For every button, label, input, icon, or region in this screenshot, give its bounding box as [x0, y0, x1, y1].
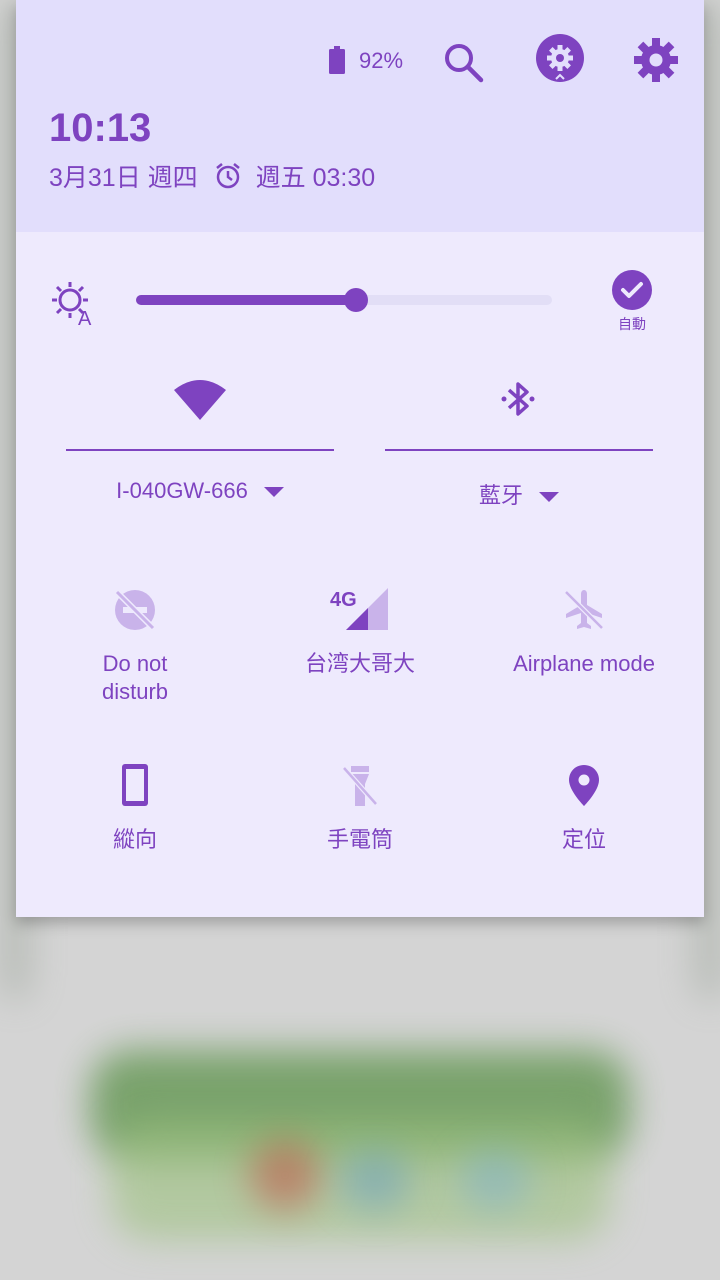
date-text[interactable]: 3月31日 週四	[49, 158, 198, 194]
clock-time[interactable]: 10:13	[49, 106, 151, 151]
svg-text:A: A	[78, 308, 92, 326]
airplane-mode-label: Airplane mode	[513, 651, 655, 676]
brightness-slider-fill	[136, 295, 357, 305]
cellular-signal-icon: 4G	[330, 588, 388, 630]
do-not-disturb-label: Do not disturb	[101, 651, 169, 704]
chevron-down-icon	[539, 492, 559, 503]
brightness-slider[interactable]	[136, 288, 552, 312]
do-not-disturb-icon	[114, 589, 156, 631]
chevron-down-icon	[263, 487, 284, 498]
alarm-clock-icon	[215, 163, 240, 189]
airplane-icon	[564, 590, 604, 630]
wifi-divider	[66, 449, 334, 451]
carrier-label: 台湾大哥大	[304, 651, 415, 676]
checkmark-icon	[612, 270, 652, 310]
battery-icon	[329, 46, 345, 74]
quick-settings-header: 92% 10:13 3月31日 週四 週五 03:30	[16, 0, 704, 232]
flashlight-label: 手電筒	[326, 827, 393, 852]
do-not-disturb-tile[interactable]: Do not disturb	[23, 586, 247, 706]
battery-percent: 92%	[359, 48, 404, 73]
edit-tiles-icon[interactable]	[534, 34, 586, 86]
bluetooth-icon	[501, 382, 535, 416]
next-alarm-text[interactable]: 週五 03:30	[256, 158, 376, 194]
rotation-label: 縱向	[112, 827, 157, 852]
location-pin-icon	[569, 765, 599, 806]
network-type-badge: 4G	[330, 589, 357, 611]
wifi-network-dropdown[interactable]: I-040GW-666	[66, 478, 334, 504]
mobile-data-tile[interactable]: 4G 台湾大哥大	[248, 586, 472, 678]
auto-brightness-toggle[interactable]: 自動	[608, 270, 656, 332]
brightness-auto-icon: A	[52, 282, 92, 326]
settings-gear-icon[interactable]	[632, 36, 680, 84]
airplane-mode-tile[interactable]: Airplane mode	[472, 586, 696, 678]
bluetooth-label: 藍牙	[478, 483, 523, 508]
location-label: 定位	[561, 827, 606, 852]
date-alarm-row: 3月31日 週四 週五 03:30	[49, 158, 375, 194]
flashlight-tile[interactable]: 手電筒	[248, 762, 472, 854]
search-icon[interactable]	[441, 40, 485, 84]
location-tile[interactable]: 定位	[472, 762, 696, 854]
wifi-network-label: I-040GW-666	[116, 478, 248, 503]
bluetooth-tile[interactable]: 藍牙	[385, 370, 653, 520]
quick-settings-panel: 92% 10:13 3月31日 週四 週五 03:30 A 自動 I-040GW…	[16, 0, 704, 917]
portrait-phone-icon	[122, 764, 148, 806]
bluetooth-dropdown[interactable]: 藍牙	[385, 478, 653, 510]
wifi-icon	[174, 380, 226, 420]
bluetooth-divider	[385, 449, 653, 451]
rotation-tile[interactable]: 縱向	[23, 762, 247, 854]
brightness-slider-thumb[interactable]	[344, 288, 369, 312]
wifi-tile[interactable]: I-040GW-666	[66, 370, 334, 520]
auto-brightness-label: 自動	[618, 316, 646, 332]
flashlight-icon	[342, 766, 378, 806]
